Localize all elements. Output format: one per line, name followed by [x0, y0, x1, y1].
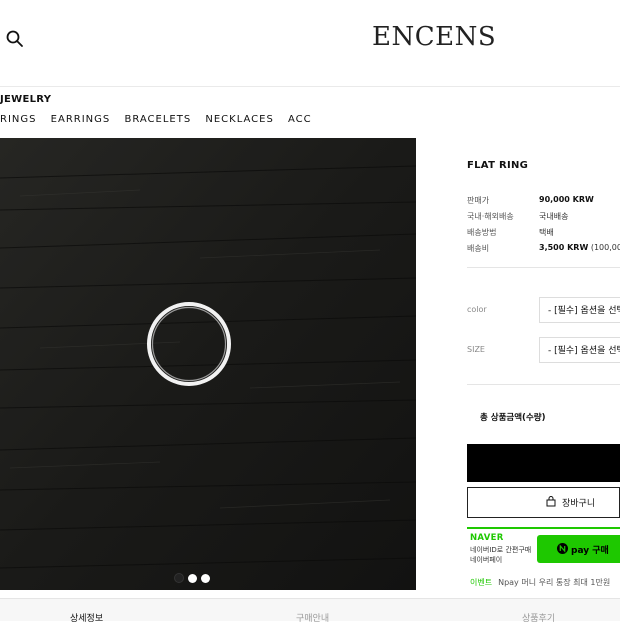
tab-details[interactable]: 상세정보 — [70, 611, 103, 624]
add-to-cart-button[interactable]: 장바구니 — [467, 487, 620, 518]
buy-now-button[interactable] — [467, 444, 620, 482]
info-label-shipping-fee: 배송비 — [467, 244, 490, 253]
shopping-bag-icon — [546, 496, 556, 507]
nav-item-bracelets[interactable]: BRACELETS — [124, 114, 191, 125]
naver-event-line[interactable]: 이벤트 Npay 머니 우리 통장 최대 1만원 — [470, 577, 610, 588]
cart-button-label: 장바구니 — [562, 499, 596, 509]
npay-button-label: pay 구매 — [571, 546, 609, 556]
size-select[interactable]: - [필수] 옵션을 선택 — [539, 337, 620, 363]
tab-purchase-guide[interactable]: 구매안내 — [296, 611, 329, 624]
info-value-shipping-area: 국내배송 — [539, 212, 569, 221]
option-label-color: color — [467, 305, 487, 314]
nav-item-necklaces[interactable]: NECKLACES — [205, 114, 273, 125]
event-tag: 이벤트 — [470, 578, 493, 587]
divider — [467, 384, 620, 385]
nav-item-earrings[interactable]: EARRINGS — [51, 114, 111, 125]
info-value-shipping-method: 택배 — [539, 228, 554, 237]
product-name: FLAT RING — [467, 160, 529, 171]
npay-buy-button[interactable]: pay 구매 — [537, 535, 620, 563]
info-label-shipping-area: 국내·해외배송 — [467, 212, 514, 221]
brand-logo[interactable]: ENCENS — [372, 22, 496, 52]
info-value-price: 90,000 KRW — [539, 195, 594, 204]
ring-photo — [0, 138, 416, 590]
divider — [467, 267, 620, 268]
site-header: ENCENS — [0, 0, 620, 87]
option-label-size: SIZE — [467, 345, 485, 354]
npay-n-icon — [557, 543, 568, 554]
gallery-dot-2[interactable] — [188, 574, 197, 583]
naver-logo: NAVER — [470, 533, 504, 543]
gallery-dot-3[interactable] — [201, 574, 210, 583]
info-label-shipping-method: 배송방법 — [467, 228, 497, 237]
tab-reviews[interactable]: 상품후기 — [522, 611, 555, 624]
detail-tabs: 상세정보 구매안내 상품후기 — [0, 598, 620, 624]
category-title: JEWELRY — [0, 94, 52, 105]
gallery-dot-1[interactable] — [174, 573, 184, 583]
event-text: Npay 머니 우리 통장 최대 1만원 — [498, 578, 611, 587]
nav-item-acc[interactable]: ACC — [288, 114, 312, 125]
naver-caption-2: 네이버페이 — [470, 556, 503, 564]
naver-caption-1: 네이버ID로 간편구매 — [470, 546, 532, 554]
search-icon[interactable] — [6, 30, 24, 48]
info-value-shipping-fee: 3,500 KRW (100,000 — [539, 243, 620, 252]
gallery-dots — [174, 568, 214, 587]
category-nav: RINGS EARRINGS BRACELETS NECKLACES ACC — [0, 114, 322, 125]
nav-item-rings[interactable]: RINGS — [0, 114, 36, 125]
info-label-price: 판매가 — [467, 196, 490, 205]
cart-button-content: 장바구니 — [546, 496, 595, 509]
product-image[interactable] — [0, 138, 416, 590]
product-detail-panel — [417, 138, 620, 590]
total-price-label: 총 상품금액(수량) — [480, 413, 546, 423]
color-select[interactable]: - [필수] 옵션을 선택 — [539, 297, 620, 323]
